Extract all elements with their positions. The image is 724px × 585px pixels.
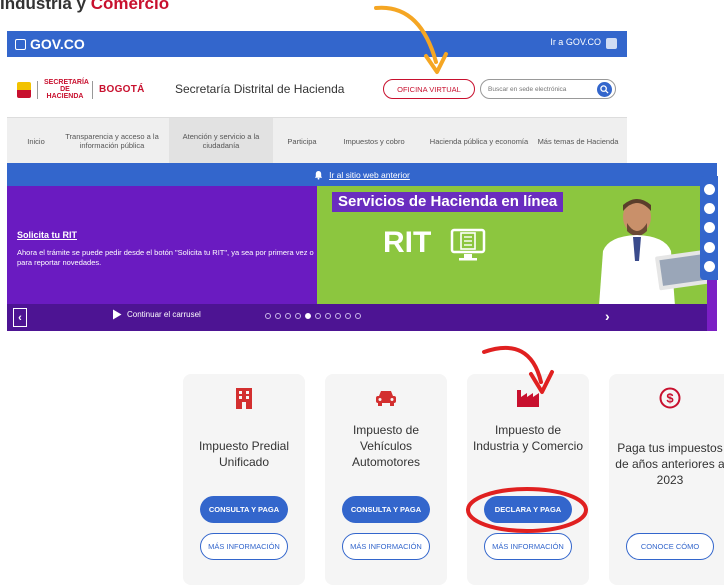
service-card-anos-anteriores: $ Paga tus impuestos de años anteriores … (609, 374, 724, 585)
card-title: Impuesto de Industria y Comercio (472, 423, 584, 453)
previous-site-bar: Ir al sitio web anterior (7, 163, 717, 186)
main-nav: Inicio Transparencia y acceso a la infor… (7, 117, 627, 164)
gov-co-bar: GOV.CO Ir a GOV.CO (7, 31, 627, 57)
card-title: Impuesto de Vehículos Automotores (351, 423, 421, 469)
carousel-dot[interactable] (325, 313, 331, 319)
consulta-paga-predial-button[interactable]: CONSULTA Y PAGA (200, 496, 288, 523)
conoce-como-button[interactable]: CONOCE CÓMO (626, 533, 714, 560)
slide-description: Ahora el trámite se puede pedir desde el… (17, 248, 314, 267)
go-to-gov-co-link[interactable]: Ir a GOV.CO (550, 37, 601, 47)
carousel-dot[interactable] (345, 313, 351, 319)
nav-item-mas-temas[interactable]: Más temas de Hacienda (531, 118, 625, 164)
mas-informacion-predial-button[interactable]: MÁS INFORMACIÓN (200, 533, 288, 560)
carousel-dot[interactable] (275, 313, 281, 319)
banner-title: Servicios de Hacienda en línea (332, 192, 564, 212)
card-title: Paga tus impuestos de años anteriores a … (615, 441, 724, 487)
institution-logos[interactable]: SECRETARÍA DE HACIENDA BOGOTÁ (17, 79, 145, 100)
hacienda-logo: SECRETARÍA DE HACIENDA (44, 79, 89, 100)
service-card-predial: Impuesto Predial Unificado CONSULTA Y PA… (183, 374, 305, 585)
svg-text:$: $ (666, 391, 674, 406)
search-input[interactable] (488, 84, 593, 95)
virtual-office-button[interactable]: OFICINA VIRTUAL (383, 79, 475, 99)
carousel-controls: ‹ Continuar el carrusel › (7, 304, 707, 331)
nav-item-impuestos[interactable]: Impuestos y cobro (331, 118, 417, 164)
consulta-paga-vehiculos-button[interactable]: CONSULTA Y PAGA (342, 496, 430, 523)
carousel-dot[interactable] (295, 313, 301, 319)
slide-title-link[interactable]: Solicita tu RIT (17, 230, 77, 240)
carousel-next-button[interactable]: › (605, 308, 610, 324)
carousel: Solicita tu RIT Ahora el trámite se pued… (7, 186, 717, 331)
nav-item-inicio[interactable]: Inicio (15, 118, 57, 164)
chat-icon[interactable] (703, 241, 715, 253)
nav-item-participa[interactable]: Participa (275, 118, 329, 164)
banner-rit-text: RIT (383, 226, 432, 259)
play-icon (113, 309, 122, 320)
bell-icon (314, 170, 323, 180)
page: Industria y Comercio GOV.CO Ir a GOV.CO … (0, 0, 724, 585)
carousel-play-button[interactable]: Continuar el carrusel (112, 309, 201, 320)
site-title: Secretaría Distrital de Hacienda (175, 82, 345, 96)
declara-paga-industria-button[interactable]: DECLARA Y PAGA (484, 496, 572, 523)
sign-language-icon[interactable] (703, 260, 715, 272)
building-icon (236, 388, 252, 409)
font-decrease-icon[interactable] (703, 203, 715, 215)
carousel-dot[interactable] (265, 313, 271, 319)
carousel-dot[interactable] (335, 313, 341, 319)
card-title: Impuesto Predial Unificado (198, 439, 290, 469)
mas-informacion-industria-button[interactable]: MÁS INFORMACIÓN (484, 533, 572, 560)
bogota-shield-icon (17, 81, 31, 98)
carousel-dot[interactable] (355, 313, 361, 319)
caption-accent: Comercio (90, 0, 170, 13)
dollar-coin-icon: $ (659, 387, 681, 409)
slide-banner[interactable]: Servicios de Hacienda en línea RIT (317, 186, 707, 304)
carousel-dot[interactable] (285, 313, 291, 319)
factory-icon (517, 390, 539, 407)
mas-informacion-vehiculos-button[interactable]: MÁS INFORMACIÓN (342, 533, 430, 560)
contrast-icon[interactable] (703, 184, 715, 196)
caption-text: Industria y (0, 0, 91, 13)
businessman-illustration (599, 199, 707, 304)
gov-emblem-icon (15, 38, 26, 50)
top-caption: Industria y Comercio (0, 0, 169, 14)
carousel-dots (265, 313, 361, 319)
computer-form-icon (450, 228, 486, 261)
previous-site-link[interactable]: Ir al sitio web anterior (329, 170, 410, 180)
nav-item-atencion[interactable]: Atención y servicio a la ciudadanía (169, 118, 273, 164)
nav-item-hacienda-publica[interactable]: Hacienda pública y economía (419, 118, 539, 164)
logo-divider (92, 80, 93, 99)
carousel-play-label: Continuar el carrusel (127, 310, 201, 319)
search-box (480, 79, 616, 99)
language-icon[interactable] (606, 38, 617, 49)
accessibility-toolbar (700, 176, 718, 280)
bogota-logo: BOGOTÁ (99, 84, 145, 95)
logo-divider (37, 80, 38, 99)
service-card-vehiculos: Impuesto de Vehículos Automotores CONSUL… (325, 374, 447, 585)
carousel-dot[interactable] (305, 313, 311, 319)
carousel-dot[interactable] (315, 313, 321, 319)
car-icon (376, 391, 396, 406)
site-header: SECRETARÍA DE HACIENDA BOGOTÁ Secretaría… (7, 57, 627, 117)
nav-item-transparencia[interactable]: Transparencia y acceso a la información … (57, 118, 167, 164)
gov-co-logo[interactable]: GOV.CO (15, 36, 85, 52)
service-card-industria: Impuesto de Industria y Comercio DECLARA… (467, 374, 589, 585)
font-increase-icon[interactable] (703, 222, 715, 234)
gov-co-logo-text: GOV.CO (30, 36, 85, 52)
search-icon (600, 85, 609, 94)
search-button[interactable] (597, 82, 612, 97)
carousel-prev-button[interactable]: ‹ (13, 308, 27, 327)
